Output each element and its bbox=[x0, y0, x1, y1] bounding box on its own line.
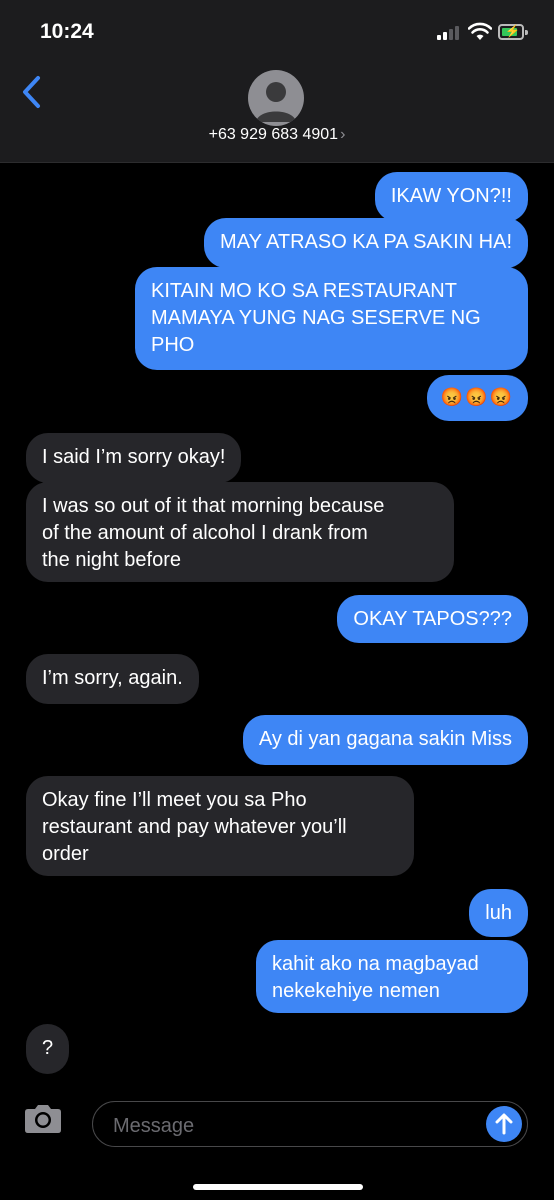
sent-message[interactable]: KITAIN MO KO SA RESTAURANT MAMAYA YUNG N… bbox=[135, 267, 528, 370]
sent-message[interactable]: MAY ATRASO KA PA SAKIN HA! bbox=[204, 218, 528, 268]
sent-message[interactable]: OKAY TAPOS??? bbox=[337, 595, 528, 643]
received-message[interactable]: Okay fine I’ll meet you sa Pho restauran… bbox=[26, 776, 414, 876]
received-message[interactable]: I was so out of it that morning because … bbox=[26, 482, 454, 582]
sent-message[interactable]: kahit ako na magbayad nekekehiye nemen bbox=[256, 940, 528, 1013]
cellular-signal-icon bbox=[437, 26, 463, 40]
sent-message[interactable]: Ay di yan gagana sakin Miss bbox=[242, 715, 528, 765]
message-input[interactable] bbox=[111, 1112, 475, 1140]
sent-message-emoji[interactable]: 😡😡😡 bbox=[426, 375, 528, 421]
camera-icon[interactable] bbox=[22, 1104, 64, 1134]
wifi-icon bbox=[468, 22, 492, 40]
home-indicator bbox=[193, 1184, 363, 1190]
contact-number: +63 929 683 4901 bbox=[208, 126, 339, 143]
contact-name[interactable]: +63 929 683 4901 › bbox=[0, 126, 554, 144]
battery-icon: ⚡ bbox=[498, 24, 528, 40]
back-button[interactable] bbox=[20, 74, 44, 110]
sent-message[interactable]: luh bbox=[469, 889, 528, 937]
conversation-header: 10:24 ⚡ +63 929 683 4901 › bbox=[0, 0, 554, 163]
chevron-right-icon: › bbox=[340, 126, 346, 143]
messages-screen: 10:24 ⚡ +63 929 683 4901 › IKAW YON?!! M… bbox=[0, 0, 554, 1200]
status-time: 10:24 bbox=[40, 20, 94, 43]
received-message[interactable]: I said I’m sorry okay! bbox=[26, 433, 242, 483]
received-message[interactable]: I’m sorry, again. bbox=[26, 654, 199, 704]
person-icon bbox=[256, 82, 296, 122]
send-button[interactable] bbox=[486, 1106, 522, 1142]
sent-message[interactable]: IKAW YON?!! bbox=[374, 172, 528, 222]
arrow-up-icon bbox=[495, 1113, 513, 1135]
message-thread: IKAW YON?!! MAY ATRASO KA PA SAKIN HA! K… bbox=[0, 162, 554, 1090]
message-field[interactable] bbox=[92, 1101, 528, 1147]
received-message[interactable]: ? bbox=[26, 1024, 70, 1074]
contact-avatar[interactable] bbox=[248, 70, 304, 126]
